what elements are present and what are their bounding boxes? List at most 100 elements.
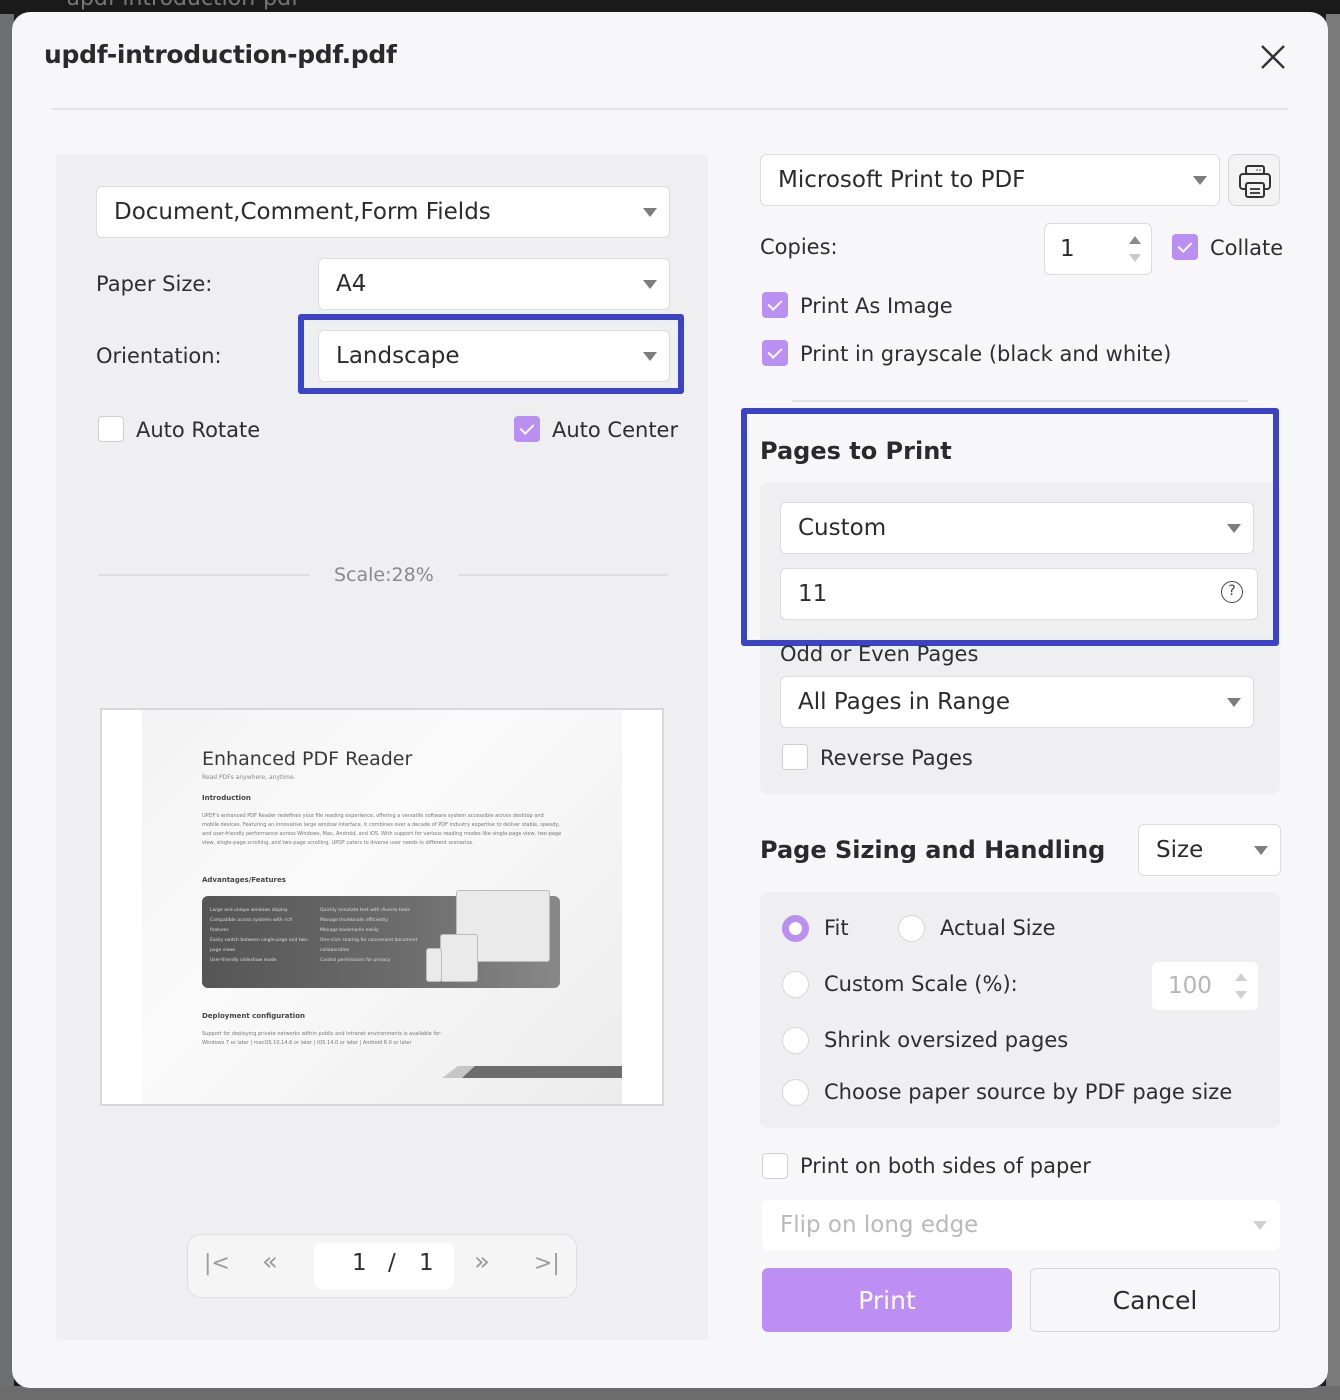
- scale-divider-right: [458, 574, 668, 576]
- printer-properties-button[interactable]: [1228, 154, 1280, 206]
- sizing-mode-value: Size: [1156, 837, 1204, 863]
- fit-radio[interactable]: [782, 915, 809, 942]
- scale-text: Scale:28%: [334, 564, 434, 586]
- print-dialog: updf-introduction-pdf.pdf Document,Comme…: [12, 12, 1328, 1388]
- chevron-down-icon: [643, 208, 657, 217]
- chevron-down-icon: [643, 280, 657, 289]
- preview-title: Enhanced PDF Reader: [202, 748, 413, 770]
- preview-subtitle: Read PDFs anywhere, anytime.: [202, 774, 296, 781]
- shrink-label: Shrink oversized pages: [824, 1028, 1069, 1052]
- flip-select-value: Flip on long edge: [780, 1212, 979, 1238]
- chevron-down-icon: [1253, 1221, 1267, 1230]
- preview-features-left: Large and unique windows display Compati…: [210, 906, 310, 966]
- custom-scale-value: 100: [1168, 973, 1212, 999]
- print-button[interactable]: Print: [762, 1268, 1012, 1332]
- close-button[interactable]: [1256, 40, 1290, 74]
- last-page-button[interactable]: >|: [534, 1251, 560, 1276]
- paper-size-label: Paper Size:: [96, 272, 213, 296]
- collate-label: Collate: [1210, 236, 1284, 260]
- orientation-select[interactable]: Landscape: [318, 330, 670, 382]
- actual-size-label: Actual Size: [940, 916, 1056, 940]
- background-tab-title: updf-introduction-pdf: [66, 0, 299, 11]
- shrink-radio[interactable]: [782, 1027, 809, 1054]
- preview-feature-item: Control permissions for privacy: [320, 958, 391, 963]
- preview-intro-heading: Introduction: [202, 794, 251, 802]
- decrement-icon[interactable]: [1129, 254, 1141, 262]
- grayscale-label: Print in grayscale (black and white): [800, 342, 1172, 366]
- preview-feature-item: Compatible across systems with rich feat…: [210, 918, 293, 933]
- flip-select[interactable]: Flip on long edge: [762, 1200, 1280, 1250]
- print-as-image-label: Print As Image: [800, 294, 953, 318]
- odd-even-label: Odd or Even Pages: [780, 642, 979, 666]
- increment-icon[interactable]: [1235, 973, 1247, 981]
- page-separator: /: [388, 1250, 396, 1276]
- preview-deploy-text: Support for deploying private networks w…: [202, 1031, 442, 1046]
- content-select-value: Document,Comment,Form Fields: [114, 199, 491, 225]
- custom-scale-input[interactable]: 100: [1152, 962, 1258, 1010]
- custom-scale-radio[interactable]: [782, 971, 809, 998]
- preview-feature-item: Manage thumbnails efficiently: [320, 918, 389, 923]
- actual-size-radio[interactable]: [898, 915, 925, 942]
- close-icon: [1261, 45, 1285, 69]
- preview-feature-item: Manage bookmarks easily: [320, 928, 379, 933]
- page-navigator: |< « 1 / 1 » >|: [187, 1234, 577, 1298]
- auto-center-checkbox[interactable]: [514, 416, 540, 442]
- current-page[interactable]: 1: [352, 1250, 367, 1276]
- chevron-down-icon: [1254, 846, 1268, 855]
- copies-stepper[interactable]: 1: [1044, 223, 1152, 275]
- paper-size-select[interactable]: A4: [318, 258, 670, 310]
- increment-icon[interactable]: [1129, 236, 1141, 244]
- copies-value: 1: [1060, 236, 1075, 262]
- preview-deploy-heading: Deployment configuration: [202, 1012, 305, 1020]
- paper-source-radio[interactable]: [782, 1079, 809, 1106]
- duplex-label: Print on both sides of paper: [800, 1154, 1091, 1178]
- preview-features-right: Quickly annotate text with diverse tools…: [320, 906, 420, 966]
- odd-even-select[interactable]: All Pages in Range: [780, 676, 1254, 728]
- preview-intro-text: UPDF's enhanced PDF Reader redefines you…: [202, 813, 562, 846]
- tablet-illustration: [440, 934, 478, 982]
- preview-features-heading: Advantages/Features: [202, 876, 286, 884]
- collate-checkbox[interactable]: [1172, 234, 1198, 260]
- pages-to-print-highlight: [741, 408, 1279, 646]
- phone-illustration: [426, 948, 442, 982]
- preview-feature-item: Easily switch between single-page and tw…: [210, 938, 309, 953]
- page-sizing-title: Page Sizing and Handling: [760, 836, 1106, 864]
- custom-scale-label: Custom Scale (%):: [824, 972, 1018, 996]
- first-page-button[interactable]: |<: [204, 1251, 230, 1276]
- preview-feature-item: One-click sharing for convenient documen…: [320, 938, 418, 953]
- header-divider: [52, 108, 1288, 110]
- auto-rotate-checkbox[interactable]: [98, 416, 124, 442]
- section-divider: [792, 400, 1248, 402]
- orientation-label: Orientation:: [96, 344, 222, 368]
- chevron-down-icon: [1193, 176, 1207, 185]
- total-pages: 1: [419, 1250, 434, 1276]
- prev-page-button[interactable]: «: [262, 1247, 278, 1277]
- preview-feature-item: User-friendly slideshow mode: [210, 958, 277, 963]
- sizing-mode-select[interactable]: Size: [1138, 824, 1281, 876]
- printer-icon: [1239, 165, 1271, 198]
- paper-size-value: A4: [336, 271, 367, 297]
- dialog-title: updf-introduction-pdf.pdf: [44, 40, 397, 69]
- preview-features-box: Large and unique windows display Compati…: [202, 890, 560, 988]
- next-page-button[interactable]: »: [474, 1247, 490, 1277]
- odd-even-value: All Pages in Range: [798, 689, 1010, 715]
- fit-label: Fit: [824, 916, 849, 940]
- decrement-icon[interactable]: [1235, 991, 1247, 999]
- grayscale-checkbox[interactable]: [762, 340, 788, 366]
- copies-label: Copies:: [760, 235, 838, 259]
- preview-feature-item: Large and unique windows display: [210, 908, 288, 913]
- reverse-pages-checkbox[interactable]: [782, 744, 808, 770]
- paper-source-label: Choose paper source by PDF page size: [824, 1080, 1233, 1104]
- duplex-checkbox[interactable]: [762, 1153, 788, 1179]
- printer-select-value: Microsoft Print to PDF: [778, 167, 1026, 193]
- scale-divider-left: [98, 574, 310, 576]
- cancel-button[interactable]: Cancel: [1030, 1268, 1280, 1332]
- page-preview: Enhanced PDF Reader Read PDFs anywhere, …: [100, 708, 664, 1106]
- auto-center-label: Auto Center: [552, 418, 679, 442]
- printer-select[interactable]: Microsoft Print to PDF: [760, 154, 1220, 206]
- print-as-image-checkbox[interactable]: [762, 292, 788, 318]
- content-select[interactable]: Document,Comment,Form Fields: [96, 186, 670, 238]
- chevron-down-icon: [643, 352, 657, 361]
- orientation-value: Landscape: [336, 343, 460, 369]
- background-right: [1326, 14, 1340, 1400]
